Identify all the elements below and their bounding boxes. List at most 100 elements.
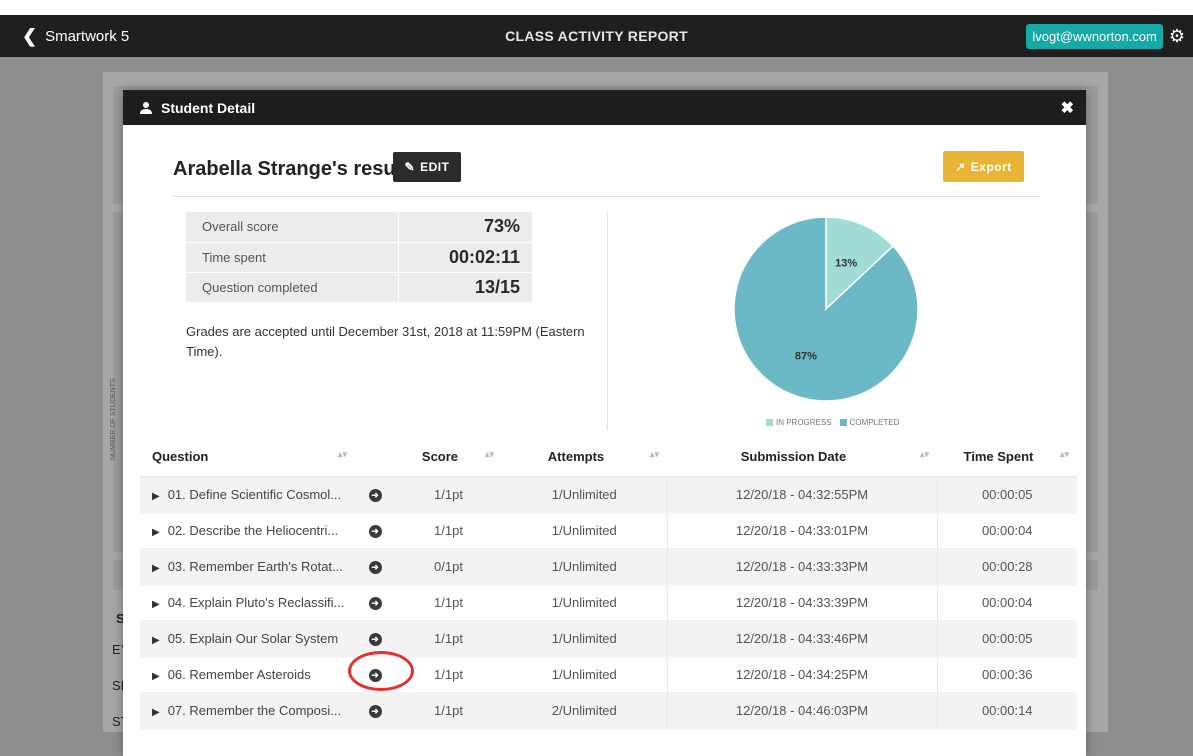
- expand-caret-icon[interactable]: ▶: [152, 599, 160, 610]
- expand-caret-icon[interactable]: ▶: [152, 671, 160, 682]
- table-row[interactable]: ▶ 04. Explain Pluto's Reclassifi... ➜ 1/1…: [140, 584, 1077, 621]
- submission-date-cell: 12/20/18 - 04:34:25PM: [666, 656, 937, 693]
- arrow-circle-right-icon[interactable]: ➜: [368, 597, 382, 610]
- table-row[interactable]: ▶ 03. Remember Earth's Rotat... ➜ 0/1pt 1…: [140, 548, 1077, 585]
- expand-caret-icon[interactable]: ▶: [152, 707, 160, 718]
- sort-icon[interactable]: ▴▾: [650, 449, 659, 460]
- table-row[interactable]: ▶ 01. Define Scientific Cosmol... ➜ 1/1pt…: [140, 476, 1077, 513]
- header-label: Score: [421, 449, 459, 465]
- go-cell[interactable]: ➜: [355, 512, 395, 549]
- question-cell[interactable]: ▶ 04. Explain Pluto's Reclassifi...: [140, 584, 355, 621]
- header-label: Attempts: [547, 449, 605, 465]
- question-cell[interactable]: ▶ 07. Remember the Composi...: [140, 692, 355, 729]
- arrow-circle-right-icon[interactable]: ➜: [368, 489, 382, 502]
- arrow-circle-right-icon[interactable]: ➜: [368, 561, 382, 574]
- legend-item: IN PROGRESS: [766, 418, 832, 427]
- submission-date-cell: 12/20/18 - 04:46:03PM: [666, 692, 937, 729]
- score-summary-table: Overall score 73% Time spent 00:02:11 Qu…: [186, 212, 532, 303]
- legend-item: COMPLETED: [839, 418, 900, 427]
- time-spent-cell: 00:00:14: [936, 692, 1077, 729]
- questions-table: Question ▴▾ Score ▴▾ Attempts ▴▾ Submission…: [140, 438, 1077, 729]
- legend-swatch: [839, 419, 847, 427]
- header-label: Question: [152, 449, 209, 465]
- attempts-cell: 1/Unlimited: [502, 548, 667, 585]
- table-row[interactable]: ▶ 05. Explain Our Solar System ➜ 1/1pt 1/…: [140, 620, 1077, 657]
- go-cell[interactable]: ➜: [355, 476, 395, 513]
- score-label: Overall score: [186, 212, 399, 243]
- results-title: Arabella Strange's results: [173, 158, 419, 180]
- question-label: 06. Remember Asteroids: [167, 666, 311, 682]
- expand-caret-icon[interactable]: ▶: [152, 491, 160, 502]
- score-cell: 1/1pt: [395, 512, 502, 549]
- expand-caret-icon[interactable]: ▶: [152, 563, 160, 574]
- question-label: 05. Explain Our Solar System: [167, 630, 339, 646]
- score-value: 00:02:11: [398, 242, 532, 273]
- table-row[interactable]: ▶ 07. Remember the Composi... ➜ 1/1pt 2/U…: [140, 692, 1077, 729]
- attempts-cell: 2/Unlimited: [502, 692, 667, 729]
- gear-icon[interactable]: ⚙: [1169, 26, 1185, 47]
- expand-caret-icon[interactable]: ▶: [152, 635, 160, 646]
- legend-swatch: [766, 419, 773, 427]
- close-icon[interactable]: ✖: [1061, 98, 1074, 118]
- expand-caret-icon[interactable]: ▶: [152, 527, 160, 538]
- export-button[interactable]: ↗ Export: [943, 151, 1024, 182]
- attempts-cell: 1/Unlimited: [502, 656, 667, 693]
- user-badge[interactable]: lvogt@wwnorton.com ⚙: [1026, 23, 1185, 49]
- score-row: Question completed 13/15: [186, 272, 532, 303]
- column-header-question[interactable]: Question ▴▾: [140, 438, 355, 477]
- attempts-cell: 1/Unlimited: [502, 620, 667, 657]
- score-row: Time spent 00:02:11: [186, 242, 532, 273]
- sort-icon[interactable]: ▴▾: [485, 449, 494, 460]
- edit-label: EDIT: [420, 160, 450, 174]
- time-spent-cell: 00:00:05: [936, 620, 1077, 657]
- page-title: CLASS ACTIVITY REPORT: [505, 28, 688, 44]
- question-cell[interactable]: ▶ 02. Describe the Heliocentri...: [140, 512, 355, 549]
- score-cell: 1/1pt: [395, 476, 502, 513]
- pie-slice-label: 13%: [835, 258, 857, 270]
- user-email[interactable]: lvogt@wwnorton.com: [1026, 23, 1163, 49]
- question-label: 04. Explain Pluto's Reclassifi...: [167, 594, 345, 610]
- question-label: 03. Remember Earth's Rotat...: [167, 558, 343, 574]
- submission-date-cell: 12/20/18 - 04:32:55PM: [666, 476, 937, 513]
- column-header-score[interactable]: Score ▴▾: [395, 438, 502, 477]
- column-header-time-spent[interactable]: Time Spent ▴▾: [937, 438, 1077, 477]
- table-row[interactable]: ▶ 02. Describe the Heliocentri... ➜ 1/1pt…: [140, 512, 1077, 549]
- column-header-submission-date[interactable]: Submission Date ▴▾: [667, 438, 937, 477]
- question-cell[interactable]: ▶ 05. Explain Our Solar System: [140, 620, 355, 657]
- submission-date-cell: 12/20/18 - 04:33:33PM: [666, 548, 937, 585]
- arrow-circle-right-icon[interactable]: ➜: [368, 705, 382, 718]
- go-cell[interactable]: ➜: [355, 584, 395, 621]
- sort-icon[interactable]: ▴▾: [1060, 449, 1069, 460]
- sort-icon[interactable]: ▴▾: [338, 449, 347, 460]
- arrow-circle-right-icon[interactable]: ➜: [368, 525, 382, 538]
- table-row[interactable]: ▶ 06. Remember Asteroids ➜ 1/1pt 1/Unlimi…: [140, 656, 1077, 693]
- time-spent-cell: 00:00:04: [936, 584, 1077, 621]
- header-label: Submission Date: [740, 449, 847, 465]
- score-cell: 1/1pt: [395, 692, 502, 729]
- score-value: 73%: [398, 212, 532, 243]
- vertical-divider: [607, 212, 608, 430]
- go-cell[interactable]: ➜: [355, 548, 395, 585]
- divider: [173, 196, 1041, 197]
- background-axis-label: NUMBER OF STUDENTS: [110, 378, 117, 460]
- score-row: Overall score 73%: [186, 212, 532, 243]
- column-header-go: [355, 438, 395, 477]
- go-cell[interactable]: ➜: [355, 692, 395, 729]
- question-cell[interactable]: ▶ 06. Remember Asteroids: [140, 656, 355, 693]
- question-label: 02. Describe the Heliocentri...: [167, 522, 339, 538]
- legend-label: COMPLETED: [849, 418, 900, 427]
- attempts-cell: 1/Unlimited: [502, 584, 667, 621]
- top-bar: ❮ Smartwork 5 CLASS ACTIVITY REPORT lvog…: [0, 15, 1193, 57]
- edit-button[interactable]: ✎ EDIT: [393, 152, 461, 182]
- highlight-circle: [348, 651, 414, 691]
- grades-note: Grades are accepted until December 31st,…: [186, 324, 585, 359]
- question-cell[interactable]: ▶ 03. Remember Earth's Rotat...: [140, 548, 355, 585]
- sort-icon[interactable]: ▴▾: [920, 449, 929, 460]
- time-spent-cell: 00:00:28: [936, 548, 1077, 585]
- column-header-attempts[interactable]: Attempts ▴▾: [502, 438, 667, 477]
- arrow-circle-right-icon[interactable]: ➜: [368, 633, 382, 646]
- score-cell: 1/1pt: [395, 584, 502, 621]
- question-label: 01. Define Scientific Cosmol...: [167, 486, 342, 502]
- question-cell[interactable]: ▶ 01. Define Scientific Cosmol...: [140, 476, 355, 513]
- user-icon: [140, 101, 152, 114]
